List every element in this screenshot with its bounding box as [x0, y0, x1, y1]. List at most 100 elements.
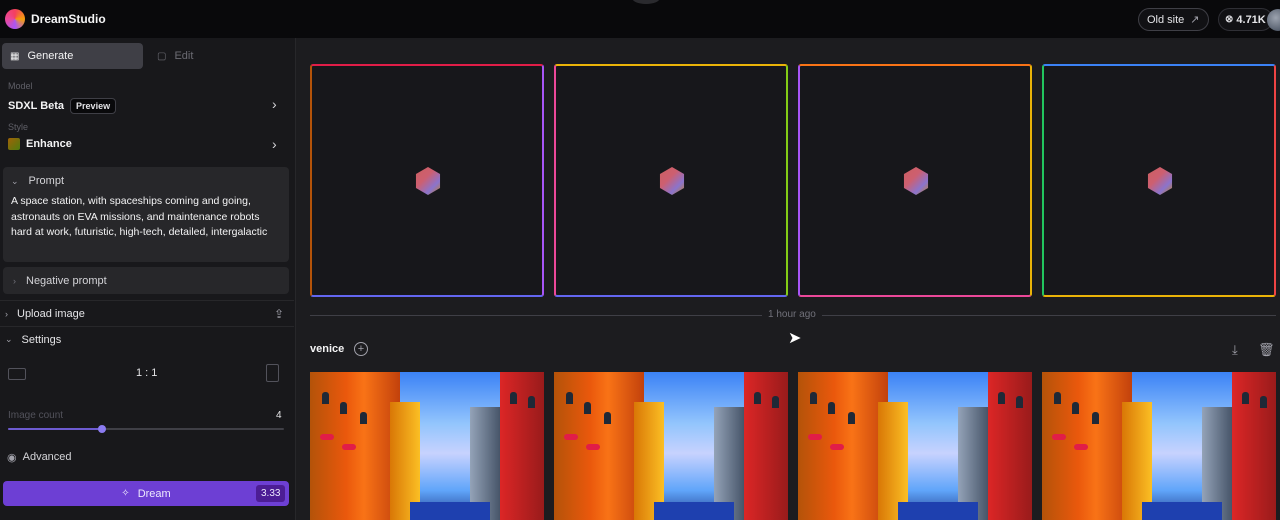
dreamstudio-logo-icon — [5, 9, 25, 29]
top-bar: DreamStudio Old site ↗ ⊗ 4.71K — [0, 0, 1280, 38]
tab-generate-label: Generate — [27, 50, 74, 62]
loading-logo-icon — [415, 167, 441, 195]
window — [360, 412, 367, 424]
result-image[interactable] — [554, 372, 788, 520]
result-image[interactable] — [798, 372, 1032, 520]
landscape-ratio-icon[interactable] — [8, 368, 26, 380]
old-site-label: Old site — [1147, 13, 1185, 26]
chevron-right-icon: › — [13, 275, 16, 286]
negative-prompt-toggle[interactable]: › Negative prompt — [3, 267, 289, 294]
chevron-down-icon: ⌄ — [5, 334, 13, 344]
external-link-icon: ↗ — [1190, 14, 1200, 26]
aspect-ratio-selector: 1 : 1 — [0, 363, 294, 385]
upload-image-section[interactable]: › Upload image ⇪ — [0, 300, 294, 326]
sidebar: ▦ Generate ▢ Edit Model SDXL Beta Previe… — [0, 38, 296, 520]
model-label: Model — [8, 81, 33, 91]
canal-water — [410, 502, 490, 520]
tab-edit[interactable]: ▢ Edit — [149, 43, 249, 69]
pending-image-card — [310, 64, 544, 297]
upload-image-label: Upload image — [17, 307, 85, 320]
image-count-label: Image count — [8, 410, 64, 421]
style-value: Enhance — [26, 138, 72, 150]
slider-thumb[interactable] — [97, 425, 106, 433]
style-label: Style — [8, 122, 29, 132]
window — [322, 392, 329, 404]
edit-icon: ▢ — [157, 50, 167, 62]
window — [340, 402, 347, 414]
canal-water — [654, 502, 734, 520]
window — [584, 402, 591, 414]
group-title: venice — [310, 343, 345, 355]
window — [1092, 412, 1099, 424]
prompt-input[interactable]: A space station, with spaceships coming … — [11, 194, 283, 241]
old-site-button[interactable]: Old site ↗ — [1138, 8, 1209, 31]
model-value: SDXL Beta — [8, 100, 65, 112]
grid-icon: ▦ — [10, 50, 20, 62]
upload-icon[interactable]: ⇪ — [274, 307, 284, 321]
flower-box — [564, 434, 578, 440]
image-count-value: 4 — [276, 410, 282, 421]
building-right — [1232, 372, 1276, 520]
loading-logo-icon — [1147, 167, 1173, 195]
pending-image-card — [554, 64, 788, 297]
tab-generate[interactable]: ▦ Generate — [2, 43, 143, 69]
aspect-ratio-value: 1 : 1 — [136, 367, 158, 379]
download-icon[interactable]: ⤓ — [1232, 342, 1238, 358]
prompt-label: Prompt — [28, 175, 65, 187]
window — [810, 392, 817, 404]
window — [998, 392, 1005, 404]
loading-logo-icon — [903, 167, 929, 195]
model-chevron-right-icon[interactable]: › — [272, 96, 277, 112]
top-notch — [632, 0, 660, 4]
window — [1260, 396, 1267, 408]
image-count-control: Image count 4 — [0, 410, 294, 436]
time-separator-label: 1 hour ago — [762, 309, 822, 320]
window — [848, 412, 855, 424]
window — [528, 396, 535, 408]
canal-water — [1142, 502, 1222, 520]
dream-cost-badge: 3.33 — [256, 485, 286, 502]
model-selector[interactable]: SDXL Beta Preview — [8, 98, 117, 114]
flower-box — [830, 444, 844, 450]
slider-fill — [8, 428, 102, 430]
add-circle-icon[interactable]: + — [354, 342, 368, 356]
flower-box — [808, 434, 822, 440]
window — [754, 392, 761, 404]
settings-label: Settings — [21, 333, 62, 346]
prompt-header[interactable]: ⌄ Prompt — [11, 175, 64, 187]
tab-hidden[interactable] — [249, 43, 289, 69]
negative-prompt-label: Negative prompt — [26, 274, 107, 287]
flower-box — [342, 444, 356, 450]
building-right — [744, 372, 788, 520]
advanced-toggle[interactable]: ◉ Advanced — [0, 446, 294, 468]
style-selector[interactable]: Enhance — [8, 138, 72, 150]
dream-button[interactable]: ✧ Dream 3.33 — [3, 481, 289, 506]
prompt-panel: ⌄ Prompt A space station, with spaceship… — [3, 167, 289, 262]
settings-section[interactable]: ⌄ Settings — [0, 326, 294, 352]
window — [510, 392, 517, 404]
loading-logo-icon — [659, 167, 685, 195]
window — [604, 412, 611, 424]
portrait-ratio-icon[interactable] — [266, 364, 279, 382]
dream-label: Dream — [137, 487, 171, 500]
style-thumbnail-icon — [8, 138, 20, 150]
trash-icon[interactable]: 🗑 — [1258, 342, 1275, 358]
image-count-slider[interactable] — [8, 425, 284, 433]
app-name: DreamStudio — [31, 12, 106, 26]
flower-box — [1074, 444, 1088, 450]
canal-water — [898, 502, 978, 520]
credits-value: 4.71K — [1236, 13, 1266, 26]
brand[interactable]: DreamStudio — [5, 9, 106, 29]
building-right — [500, 372, 544, 520]
window — [1016, 396, 1023, 408]
sparkle-icon: ✧ — [121, 488, 130, 499]
window — [1072, 402, 1079, 414]
style-chevron-right-icon[interactable]: › — [272, 136, 277, 152]
window — [1242, 392, 1249, 404]
chevron-down-icon: ⌄ — [11, 175, 19, 186]
advanced-label: Advanced — [22, 451, 72, 463]
result-image[interactable] — [310, 372, 544, 520]
credits-button[interactable]: ⊗ 4.71K — [1218, 8, 1273, 31]
pending-image-card — [798, 64, 1032, 297]
result-image[interactable] — [1042, 372, 1276, 520]
